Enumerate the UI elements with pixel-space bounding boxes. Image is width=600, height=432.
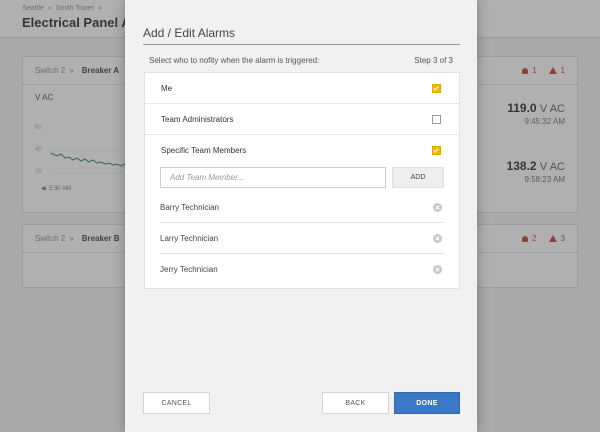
member-name: Jerry Technician	[160, 265, 218, 274]
recipient-panel: Me Team Administrators Specific Team Mem…	[144, 72, 460, 289]
team-administrators-checkbox[interactable]	[432, 114, 441, 124]
specific-team-members-checkbox[interactable]	[432, 146, 441, 155]
member-name: Barry Technician	[160, 202, 219, 212]
remove-icon[interactable]	[433, 265, 442, 274]
done-button[interactable]: DONE	[394, 392, 460, 414]
option-label: Team Administrators	[161, 114, 234, 124]
alarm-dialog: Add / Edit Alarms Select who to nofity w…	[125, 0, 477, 432]
option-me[interactable]: Me	[145, 73, 459, 104]
option-label: Specific Team Members	[161, 146, 247, 155]
option-specific-team-members[interactable]: Specific Team Members	[145, 135, 459, 166]
step-indicator: Step 3 of 3	[414, 56, 453, 65]
member-name: Larry Technician	[160, 233, 219, 243]
add-team-member-input[interactable]	[160, 167, 386, 188]
list-item: Larry Technician	[160, 223, 444, 254]
back-button[interactable]: BACK	[322, 392, 389, 414]
remove-icon[interactable]	[433, 202, 442, 212]
option-team-administrators[interactable]: Team Administrators	[145, 104, 459, 135]
add-member-button[interactable]: ADD	[392, 167, 444, 188]
add-member-row: ADD	[160, 167, 444, 188]
dialog-title: Add / Edit Alarms	[143, 26, 236, 40]
remove-icon[interactable]	[433, 233, 442, 243]
list-item: Jerry Technician	[160, 254, 444, 285]
title-divider	[143, 44, 460, 45]
list-item: Barry Technician	[160, 192, 444, 223]
dialog-instructions: Select who to nofity when the alarm is t…	[149, 56, 320, 65]
me-checkbox[interactable]	[432, 83, 441, 93]
cancel-button[interactable]: CANCEL	[143, 392, 210, 414]
option-label: Me	[161, 83, 173, 93]
member-list: Barry Technician Larry Technician Jerry …	[160, 192, 444, 285]
